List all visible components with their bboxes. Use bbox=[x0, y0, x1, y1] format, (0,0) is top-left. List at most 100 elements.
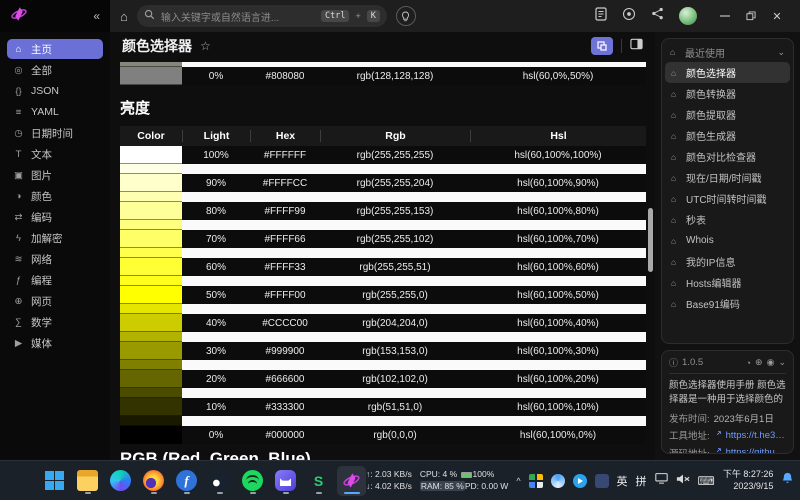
minimize-button[interactable] bbox=[712, 0, 738, 32]
recent-item[interactable]: ⌂Base91编码 bbox=[665, 293, 790, 314]
chevron-down-icon[interactable]: ⌄ bbox=[777, 47, 785, 58]
sidebar-item-label: 文本 bbox=[31, 147, 52, 162]
taskbar-spotify-icon[interactable] bbox=[238, 466, 267, 496]
taskbar-firefox-icon[interactable] bbox=[139, 466, 168, 496]
recent-item[interactable]: ⌂现在/日期/时间戳 bbox=[665, 167, 790, 188]
taskbar-he3-icon[interactable] bbox=[337, 466, 366, 496]
scrollbar-thumb[interactable] bbox=[648, 208, 653, 272]
sidebar-item-home[interactable]: ⌂主页 bbox=[7, 39, 103, 59]
website-icon[interactable]: ⊕ bbox=[755, 357, 763, 368]
color-row: 50%#FFFF00rgb(255,255,0)hsl(60,100%,50%) bbox=[120, 286, 646, 304]
sidebar-item-crypto[interactable]: ϟ加解密 bbox=[7, 228, 103, 248]
sidebar-item-network[interactable]: ≋ 网络 bbox=[7, 249, 103, 269]
recent-header[interactable]: ⌂ 最近使用 ⌄ bbox=[665, 42, 790, 62]
panel-chevron-icon[interactable]: ⌄ bbox=[778, 357, 786, 368]
cell-hsl: hsl(60,100%,40%) bbox=[470, 318, 646, 329]
sidebar-item-image[interactable]: ▣图片 bbox=[7, 165, 103, 185]
sidebar-item-label: 主页 bbox=[31, 42, 52, 57]
steam-logo bbox=[209, 470, 230, 491]
color-row bbox=[120, 332, 646, 342]
col-header-rgb: Rgb bbox=[320, 130, 470, 142]
tool-icon: ⌂ bbox=[671, 110, 681, 120]
taskbar-apps: fS bbox=[40, 466, 366, 496]
taskbar-start-icon[interactable] bbox=[40, 466, 69, 496]
sidebar-item-text[interactable]: T文本 bbox=[7, 144, 103, 164]
sidebar-item-media[interactable]: ▶媒体 bbox=[7, 333, 103, 353]
he3-logo bbox=[341, 470, 362, 491]
restore-button[interactable] bbox=[738, 0, 764, 32]
color-row bbox=[120, 276, 646, 286]
recent-item[interactable]: ⌂Whois bbox=[665, 230, 790, 251]
collapse-sidebar-icon[interactable]: « bbox=[93, 9, 100, 23]
home-icon[interactable]: ⌂ bbox=[120, 9, 128, 24]
recent-item[interactable]: ⌂Hosts编辑器 bbox=[665, 272, 790, 293]
sidebar-item-coding[interactable]: ƒ 编程 bbox=[7, 270, 103, 290]
close-button[interactable]: ✕ bbox=[764, 0, 790, 32]
titlebar-icons: ✕ bbox=[595, 0, 790, 32]
notification-bell-icon[interactable] bbox=[781, 472, 794, 490]
sidebar-item-encode[interactable]: ⇄编码 bbox=[7, 207, 103, 227]
share-icon[interactable] bbox=[651, 7, 664, 25]
touch-keyboard-icon[interactable]: ⌨ bbox=[698, 474, 715, 488]
sidebar-item-label: 编程 bbox=[31, 273, 52, 288]
scroll-content[interactable]: 0%#808080rgb(128,128,128)hsl(60,0%,50%) … bbox=[110, 60, 655, 460]
cell-hex: #FFFFFF bbox=[250, 150, 320, 161]
sidebar-item-web[interactable]: ⊕网页 bbox=[7, 291, 103, 311]
sidebar-item-color[interactable]: ◑颜色 bbox=[7, 186, 103, 206]
tray-blue-app-icon[interactable] bbox=[573, 474, 587, 488]
screen-snip-icon[interactable] bbox=[655, 472, 668, 490]
info-field-link[interactable]: https://t.he3app.co… bbox=[726, 430, 786, 441]
sidebar-item-json[interactable]: {}JSON bbox=[7, 81, 103, 101]
ime-pinyin-indicator[interactable]: 拼 bbox=[636, 473, 647, 489]
recent-item[interactable]: ⌂UTC时间转时间戳 bbox=[665, 188, 790, 209]
search-input[interactable]: 输入关键字或自然语言进... Ctrl + K bbox=[137, 5, 387, 27]
sidebar-item-label: 网络 bbox=[31, 252, 52, 267]
color-swatch bbox=[120, 67, 182, 85]
recent-item[interactable]: ⌂颜色生成器 bbox=[665, 125, 790, 146]
recent-item[interactable]: ⌂我的IP信息 bbox=[665, 251, 790, 272]
image-icon: ▣ bbox=[13, 170, 24, 181]
coding-icon: ƒ bbox=[13, 275, 24, 286]
net-speed: ↑: 2.03 KB/s ↓: 4.02 KB/s bbox=[366, 469, 412, 492]
github-icon[interactable]: ◉ bbox=[767, 357, 775, 368]
sidebar-item-all[interactable]: ◎全部 bbox=[7, 60, 103, 80]
taskbar-fapp-icon[interactable]: f bbox=[172, 466, 201, 496]
toggle-panel-icon[interactable] bbox=[630, 37, 643, 55]
pin-window-icon[interactable] bbox=[591, 37, 613, 55]
color-row: 60%#FFFF33rgb(255,255,51)hsl(60,100%,60%… bbox=[120, 258, 646, 276]
tray-faint-app-icon[interactable] bbox=[595, 474, 609, 488]
hint-lightbulb-icon[interactable] bbox=[396, 6, 416, 26]
sidebar-item-math[interactable]: ∑数学 bbox=[7, 312, 103, 332]
taskbar-explorer-icon[interactable] bbox=[73, 466, 102, 496]
tray-swirl-app-icon[interactable] bbox=[551, 474, 565, 488]
taskbar-sapp-icon[interactable]: S bbox=[304, 466, 333, 496]
tray-colorful-app-icon[interactable] bbox=[529, 474, 543, 488]
recent-item[interactable]: ⌂颜色转换器 bbox=[665, 83, 790, 104]
recent-item[interactable]: ⌂颜色提取器 bbox=[665, 104, 790, 125]
color-swatch bbox=[120, 426, 182, 444]
user-avatar[interactable] bbox=[679, 7, 697, 25]
tray-chevron-up-icon[interactable]: ^ bbox=[516, 476, 520, 486]
color-swatch bbox=[120, 342, 182, 360]
taskbar-steam-icon[interactable] bbox=[205, 466, 234, 496]
sidebar-item-yaml[interactable]: ≡YAML bbox=[7, 102, 103, 122]
recent-item[interactable]: ⌂颜色对比检查器 bbox=[665, 146, 790, 167]
network-icon: ≋ bbox=[13, 254, 24, 265]
history-icon[interactable]: ◔ bbox=[746, 358, 751, 368]
changelog-icon[interactable] bbox=[595, 7, 607, 26]
taskbar-cat-icon[interactable] bbox=[271, 466, 300, 496]
external-link-icon bbox=[714, 447, 722, 454]
sidebar-item-datetime[interactable]: ◷日期时间 bbox=[7, 123, 103, 143]
volume-muted-icon[interactable] bbox=[676, 472, 690, 490]
favorite-star-icon[interactable]: ☆ bbox=[200, 39, 211, 53]
info-field-link[interactable]: https://github.com… bbox=[726, 447, 786, 454]
browser-icon[interactable] bbox=[622, 7, 636, 26]
recent-item[interactable]: ⌂颜色选择器 bbox=[665, 62, 790, 83]
taskbar-clock[interactable]: 下午 8:27:26 2023/9/15 bbox=[723, 469, 774, 492]
kbd-plus: + bbox=[355, 11, 360, 21]
recent-item[interactable]: ⌂秒表 bbox=[665, 209, 790, 230]
cell-hsl: hsl(60,100%,50%) bbox=[470, 290, 646, 301]
taskbar-edge-icon[interactable] bbox=[106, 466, 135, 496]
ime-english-indicator[interactable]: 英 bbox=[617, 473, 628, 489]
firefox-logo bbox=[143, 470, 164, 491]
